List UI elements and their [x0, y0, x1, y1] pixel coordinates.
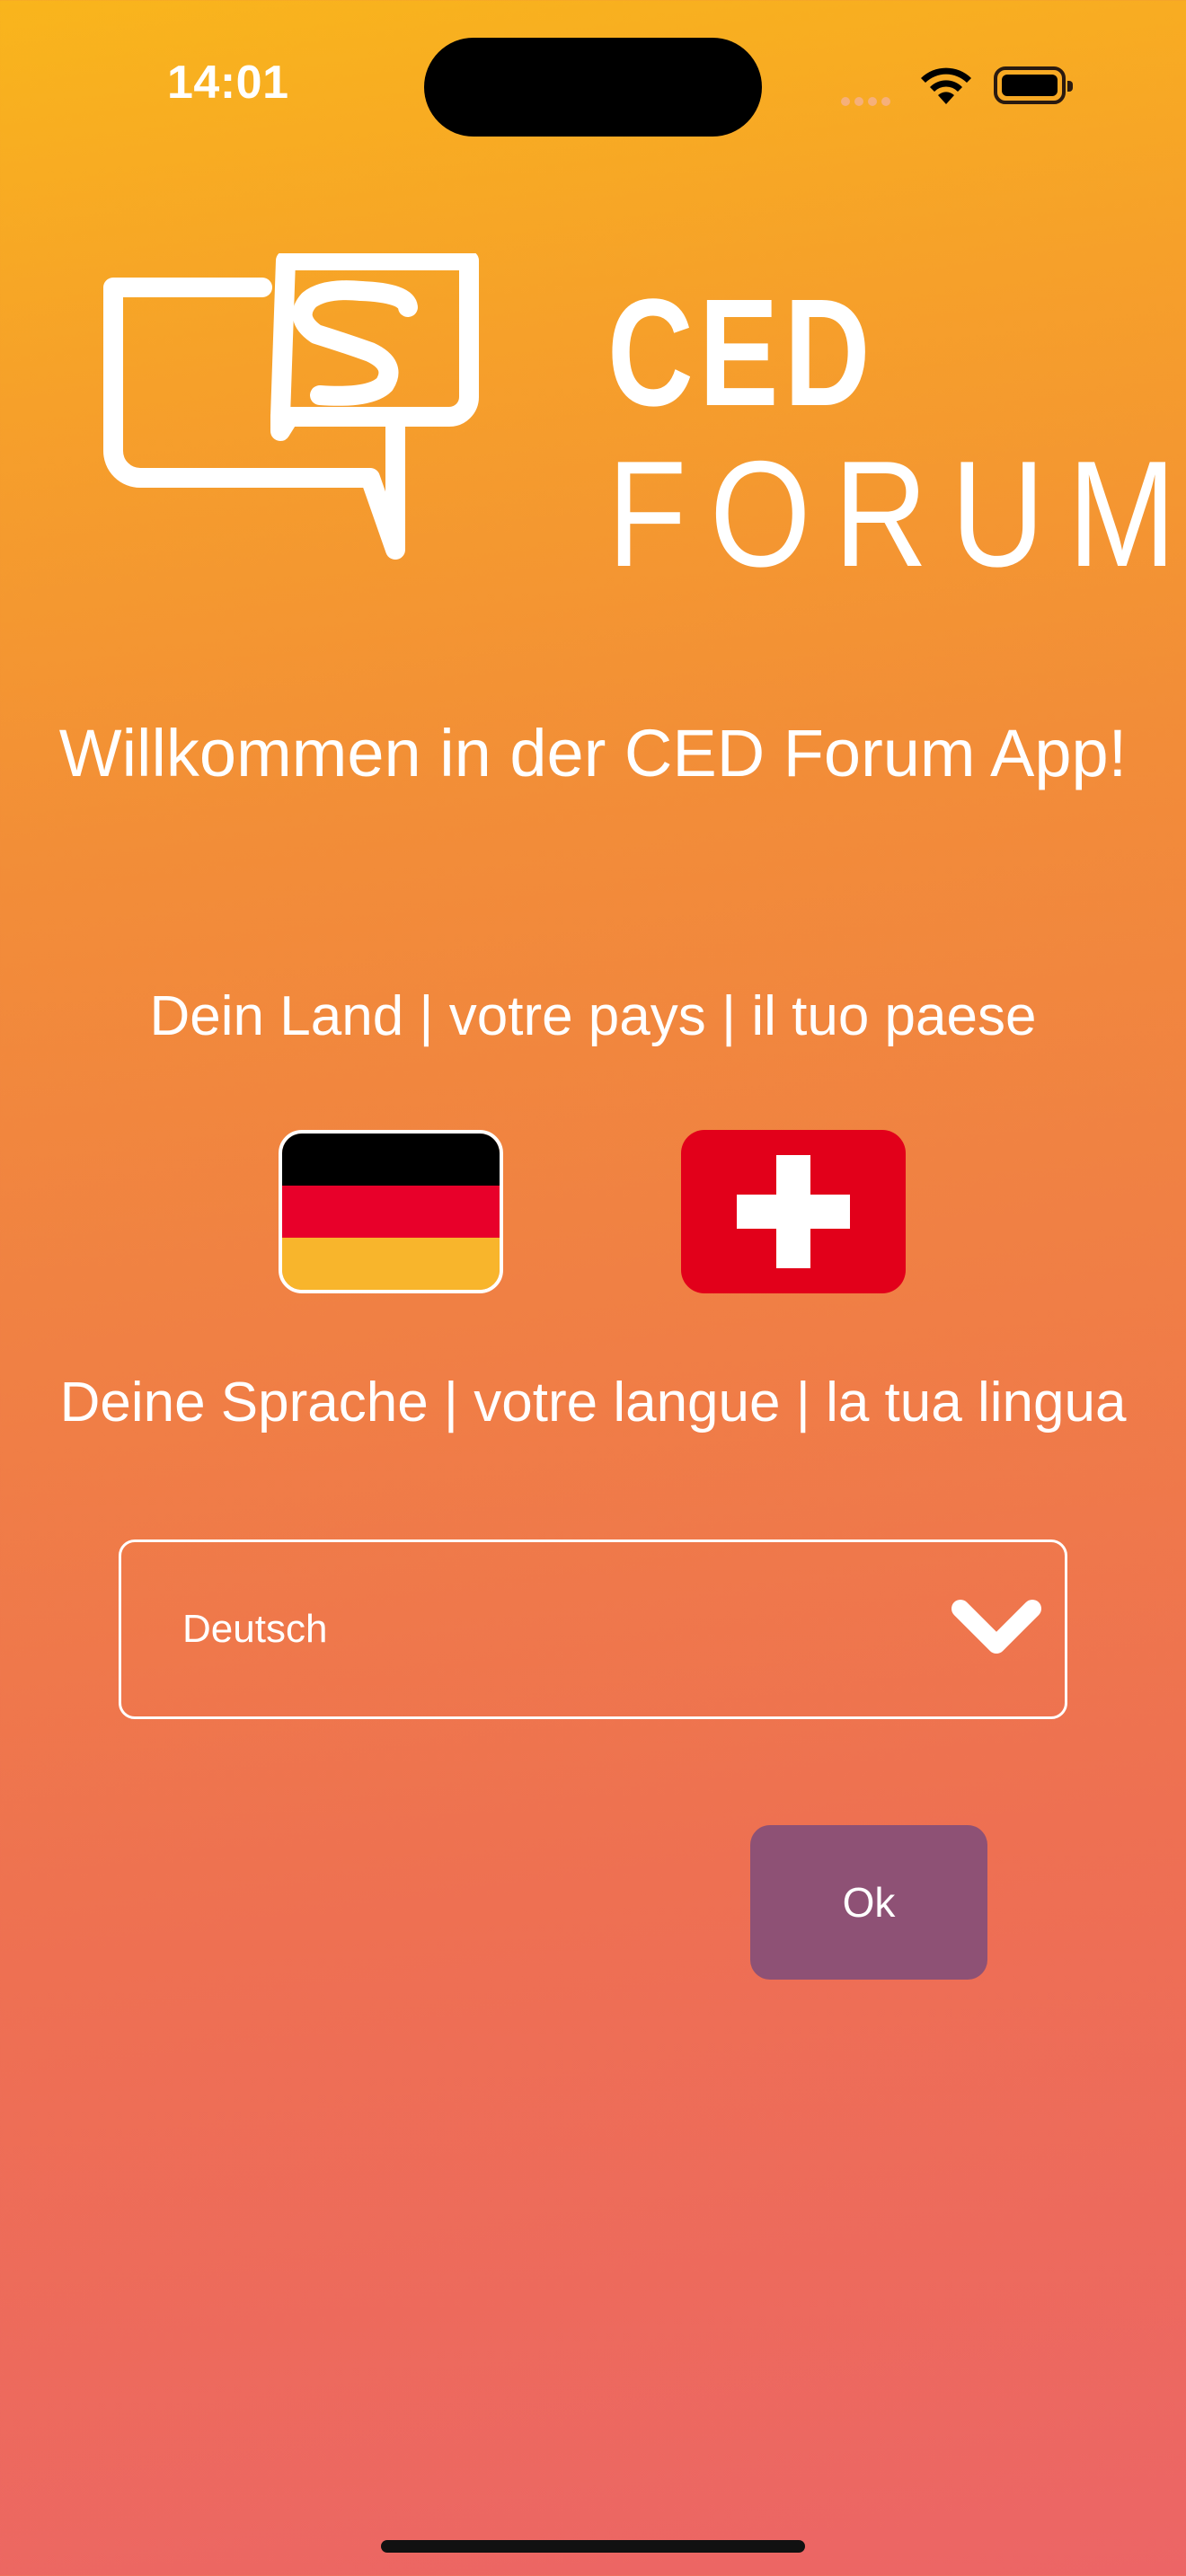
ok-button[interactable]: Ok	[750, 1825, 987, 1980]
language-label: Deine Sprache | votre langue | la tua li…	[59, 1372, 1127, 1434]
chevron-down-icon	[951, 1598, 1041, 1671]
wifi-icon	[918, 65, 974, 110]
logo-text-forum: FORUM	[607, 429, 1186, 598]
switzerland-flag-button[interactable]	[681, 1130, 906, 1293]
dynamic-island	[424, 38, 762, 137]
country-label: Dein Land | votre pays | il tuo paese	[149, 985, 1037, 1047]
status-time: 14:01	[167, 57, 289, 109]
home-indicator[interactable]	[381, 2540, 805, 2553]
battery-icon	[994, 66, 1073, 104]
flag-stripe-red	[282, 1186, 500, 1238]
chat-bubbles-logo-icon	[101, 251, 487, 572]
cellular-dots-icon	[841, 94, 895, 110]
language-select[interactable]: Deutsch	[119, 1539, 1067, 1719]
swiss-cross-vertical	[776, 1155, 810, 1268]
language-select-value: Deutsch	[182, 1607, 328, 1651]
flag-stripe-black	[282, 1134, 500, 1186]
flag-stripe-gold	[282, 1238, 500, 1290]
germany-flag-button[interactable]	[279, 1130, 503, 1293]
welcome-heading: Willkommen in der CED Forum App!	[58, 716, 1128, 790]
logo-text-ced: CED	[607, 268, 876, 438]
